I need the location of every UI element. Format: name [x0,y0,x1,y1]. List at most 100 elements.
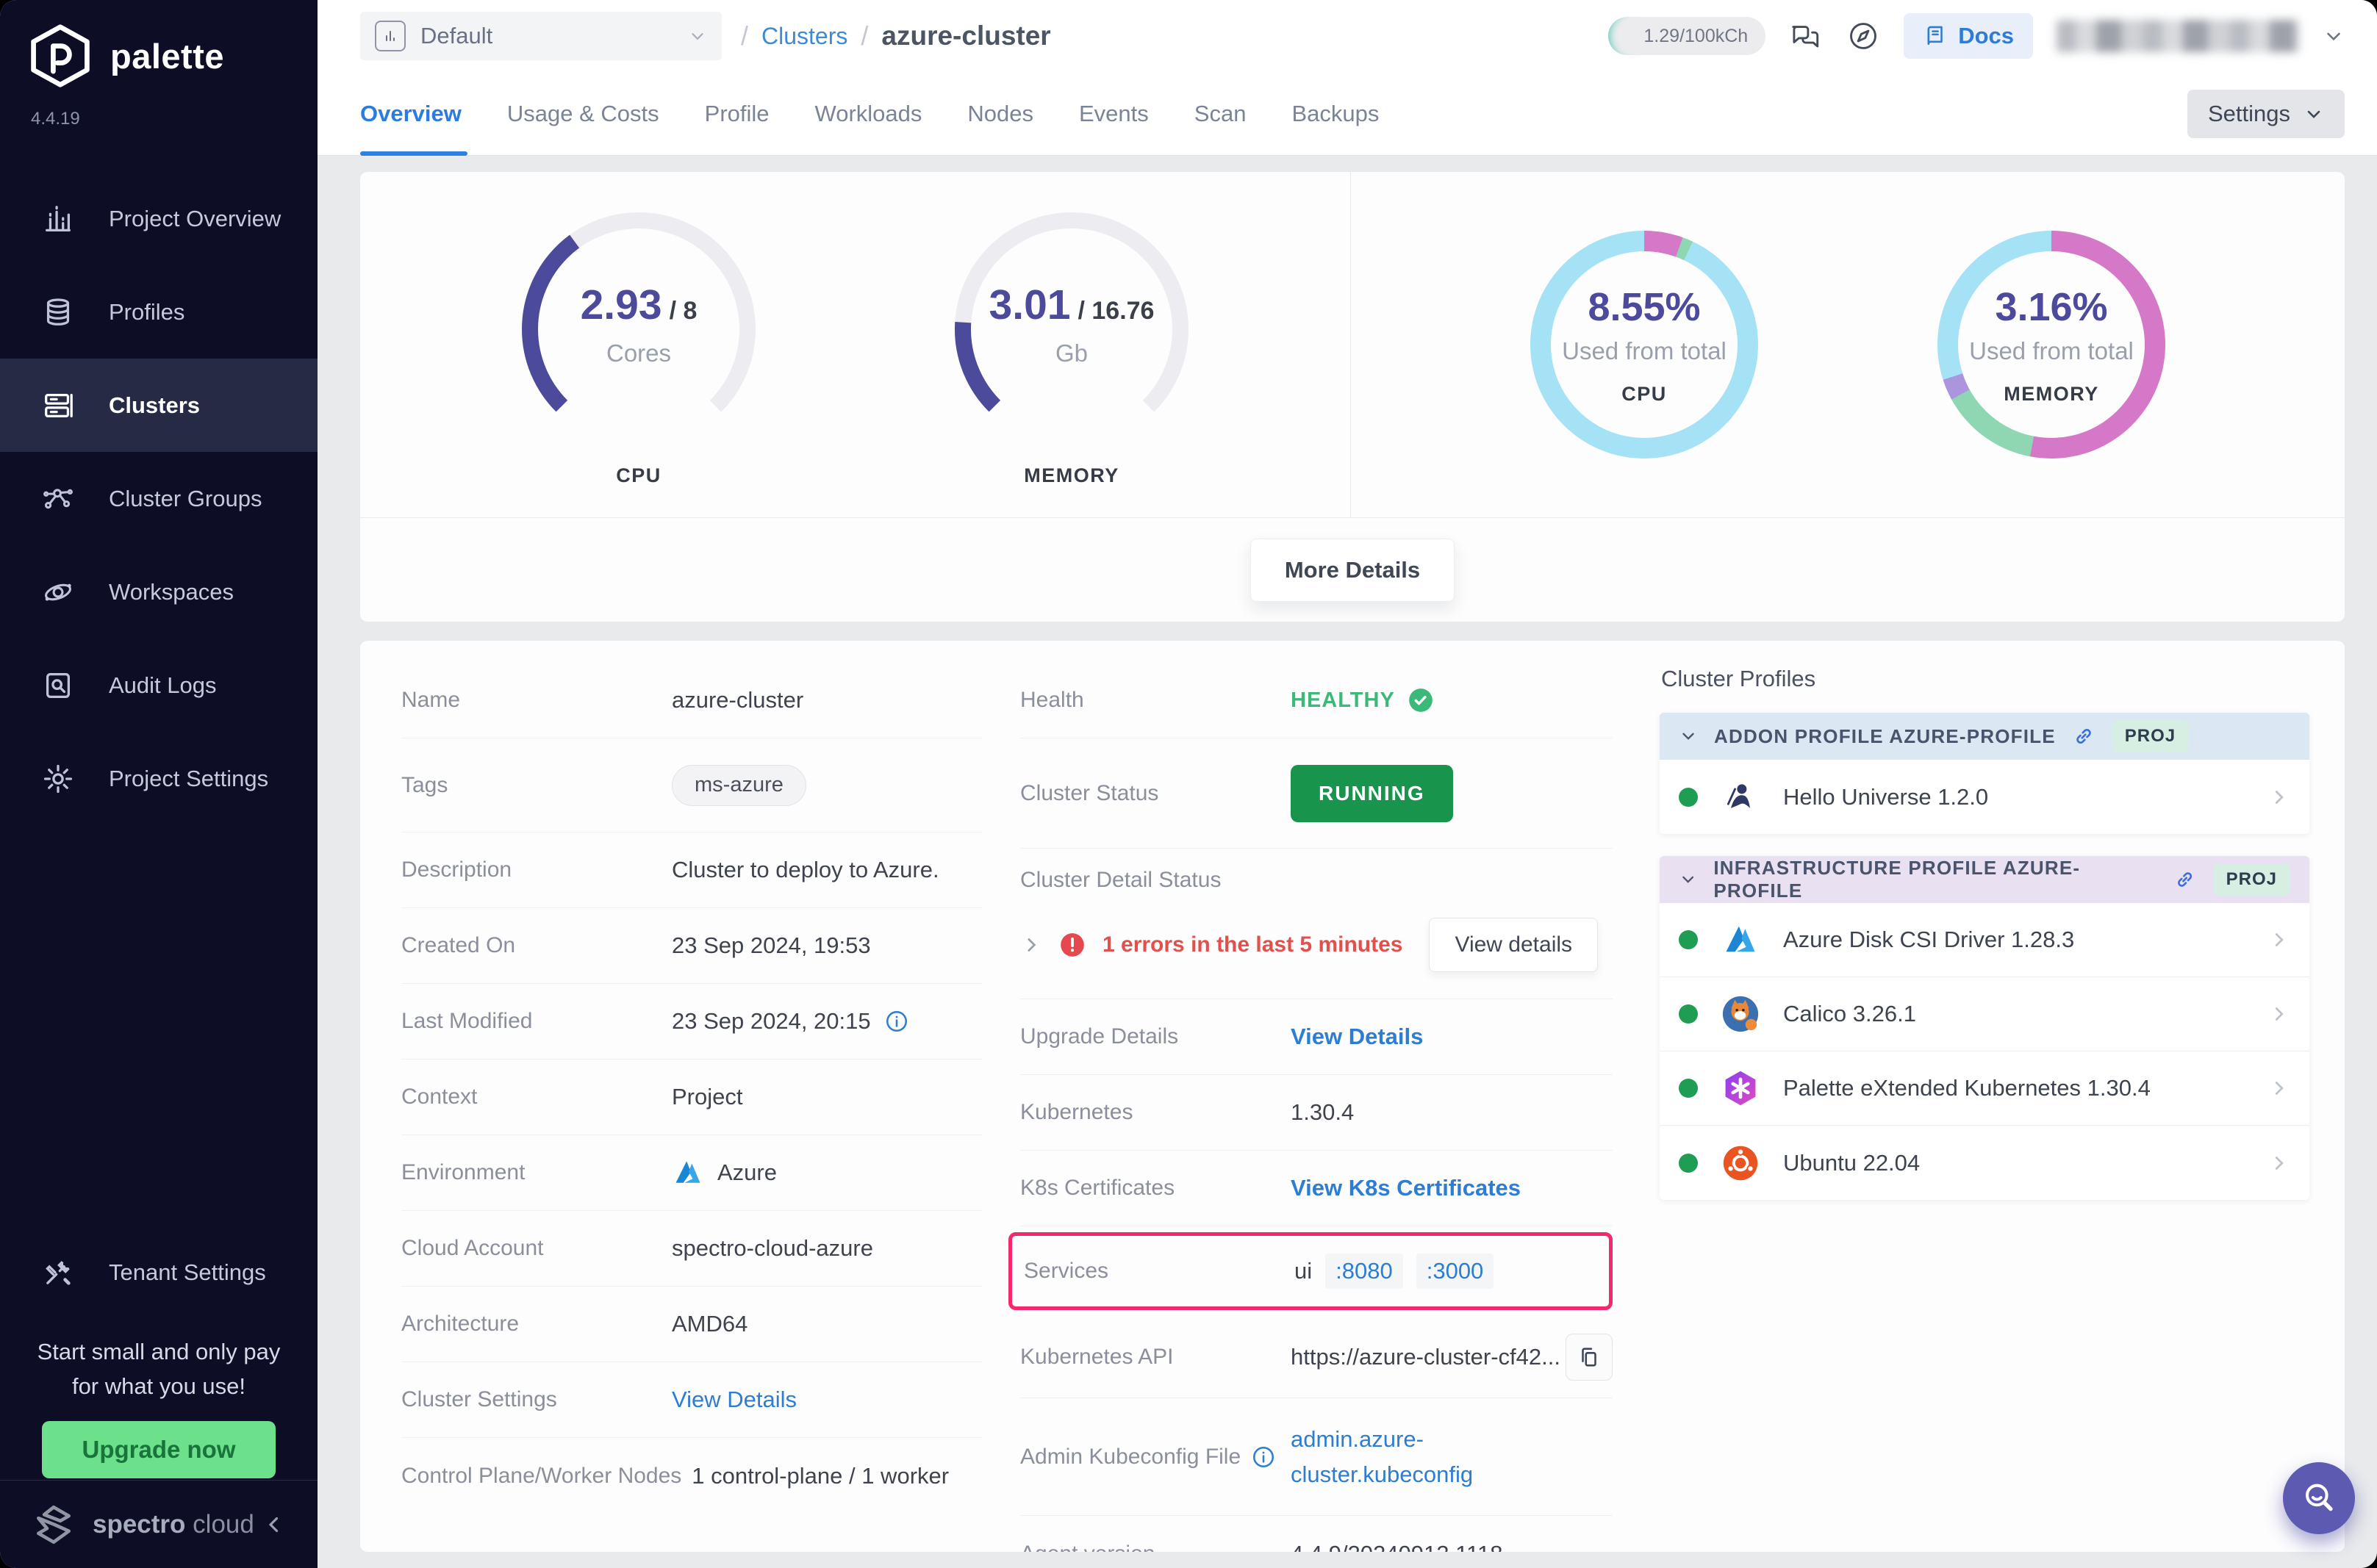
user-menu-chevron-down-icon[interactable] [2323,25,2345,47]
layer-name: Palette eXtended Kubernetes 1.30.4 [1783,1075,2151,1101]
infrastructure-profile-header[interactable]: INFRASTRUCTURE PROFILE AZURE-PROFILE PRO… [1660,856,2309,903]
detail-row-agent-version: Agent version 4.4.9/20240912.1118 [1020,1516,1613,1552]
tab-usage-costs[interactable]: Usage & Costs [507,72,659,155]
spectro-cloud-logo-icon [31,1502,76,1547]
global-search-fab[interactable] [2283,1462,2355,1534]
docs-button[interactable]: Docs [1904,13,2033,59]
detail-row-tags: Tags ms-azure [401,738,982,832]
book-icon [1923,24,1948,48]
breadcrumb-current-page: azure-cluster [881,21,1050,51]
proj-scope-badge: PROJ [2112,720,2189,752]
more-details-button[interactable]: More Details [1250,539,1455,602]
calico-icon [1720,993,1761,1035]
chevron-left-icon [262,1512,287,1537]
usage-credits-pill[interactable]: 1.29/100kCh [1608,17,1765,55]
sidebar-item-cluster-groups[interactable]: Cluster Groups [0,452,318,545]
sidebar-item-label: Audit Logs [109,672,217,699]
check-badge-icon [1407,686,1435,714]
chevron-right-icon [2268,786,2290,808]
service-name: ui [1294,1258,1312,1284]
collapse-sidebar-button[interactable] [262,1512,287,1537]
profile-layer-calico[interactable]: Calico 3.26.1 [1660,977,2309,1051]
row-label: Cloud Account [401,1236,672,1261]
row-label: Kubernetes API [1020,1345,1291,1370]
settings-label: Settings [2208,101,2290,127]
kubeconfig-download-link[interactable]: admin.azure- cluster.kubeconfig [1291,1425,1473,1489]
info-icon[interactable] [884,1009,909,1034]
detail-row-cluster-status: Cluster Status RUNNING [1020,738,1613,849]
tab-events[interactable]: Events [1079,72,1149,155]
tab-overview[interactable]: Overview [360,72,462,155]
cpu-utilization-donut: 8.55% Used from total CPU [1530,231,1758,458]
project-scope-dropdown[interactable]: Default [360,12,722,60]
row-label: Architecture [401,1312,672,1337]
sidebar-item-label: Workspaces [109,579,234,605]
cpu-unit: Cores [606,339,671,367]
upgrade-now-button[interactable]: Upgrade now [42,1421,275,1478]
link-icon[interactable] [2173,868,2196,891]
upgrade-view-details-link[interactable]: View Details [1291,1024,1423,1050]
top-bar: Default / Clusters / azure-cluster 1.29/… [318,0,2377,72]
service-port-8080-link[interactable]: :8080 [1325,1254,1403,1289]
proj-scope-badge: PROJ [2213,863,2290,896]
settings-dropdown-button[interactable]: Settings [2187,90,2345,138]
profile-layer-azure-disk-csi[interactable]: Azure Disk CSI Driver 1.28.3 [1660,903,2309,977]
detail-row-last-modified: Last Modified 23 Sep 2024, 20:15 [401,984,982,1060]
chevron-down-icon [688,26,707,46]
sidebar-item-project-settings[interactable]: Project Settings [0,732,318,825]
usage-overview-card: 2.93/ 8 Cores CPU 3.01/ 16.76 [360,172,2345,622]
detail-row-description: Description Cluster to deploy to Azure. [401,832,982,908]
breadcrumb-clusters-link[interactable]: Clusters [761,23,847,50]
profile-layer-hello-universe[interactable]: Hello Universe 1.2.0 [1660,760,2309,834]
sidebar-item-audit-logs[interactable]: Audit Logs [0,639,318,732]
cluster-tabs: Overview Usage & Costs Profile Workloads… [360,72,1379,155]
context-value: Project [672,1084,742,1110]
tab-workloads[interactable]: Workloads [815,72,922,155]
user-account-name-redacted[interactable] [2057,20,2299,52]
view-k8s-certificates-link[interactable]: View K8s Certificates [1291,1175,1521,1201]
usage-charts-row: 2.93/ 8 Cores CPU 3.01/ 16.76 [360,172,2345,517]
hello-universe-icon [1720,777,1761,818]
layer-status-dot [1679,1154,1698,1173]
sidebar-item-tenant-settings[interactable]: Tenant Settings [0,1226,318,1319]
error-count-text: 1 errors in the last 5 minutes [1103,932,1402,957]
profile-group-name: INFRASTRUCTURE PROFILE AZURE-PROFILE [1713,857,2157,902]
link-icon[interactable] [2072,724,2095,748]
profile-layer-palette-extended-k8s[interactable]: Palette eXtended Kubernetes 1.30.4 [1660,1051,2309,1126]
profile-layer-ubuntu[interactable]: Ubuntu 22.04 [1660,1126,2309,1200]
row-label: Tags [401,773,672,798]
sidebar-item-label: Cluster Groups [109,486,262,512]
cpu-total-value: / 8 [670,297,698,325]
feedback-chat-button[interactable] [1789,19,1823,53]
cluster-name-value: azure-cluster [672,687,803,713]
explore-compass-button[interactable] [1846,19,1880,53]
info-icon[interactable] [1251,1445,1276,1470]
tab-scan[interactable]: Scan [1194,72,1247,155]
service-port-3000-link[interactable]: :3000 [1416,1254,1494,1289]
expand-chevron-icon[interactable] [1020,934,1042,956]
addon-profile-header[interactable]: ADDON PROFILE AZURE-PROFILE PROJ [1660,713,2309,760]
orbit-icon [41,575,75,609]
layer-status-dot [1679,788,1698,807]
azure-logo-icon [672,1157,704,1189]
promo-line2: for what you use! [0,1369,318,1403]
cpu-gauge-text: 2.93/ 8 Cores [484,198,793,492]
cluster-settings-view-details-link[interactable]: View Details [672,1387,797,1413]
ubuntu-icon [1720,1143,1761,1184]
tab-profile[interactable]: Profile [705,72,770,155]
topbar-actions: 1.29/100kCh Docs [1608,13,2345,59]
row-label: Last Modified [401,1009,672,1034]
tab-nodes[interactable]: Nodes [967,72,1033,155]
sidebar-item-clusters[interactable]: Clusters [0,359,318,452]
tab-backups[interactable]: Backups [1291,72,1379,155]
running-status-badge[interactable]: RUNNING [1291,765,1453,822]
sidebar-item-profiles[interactable]: Profiles [0,265,318,359]
error-view-details-button[interactable]: View details [1429,918,1598,972]
tools-icon [41,1256,75,1290]
services-value: ui :8080 :3000 [1294,1254,1494,1289]
sidebar-item-workspaces[interactable]: Workspaces [0,545,318,639]
sidebar-item-project-overview[interactable]: Project Overview [0,172,318,265]
copy-api-url-button[interactable] [1566,1334,1613,1381]
brand-name: palette [110,36,224,76]
memory-gauge-label: MEMORY [917,464,1226,487]
